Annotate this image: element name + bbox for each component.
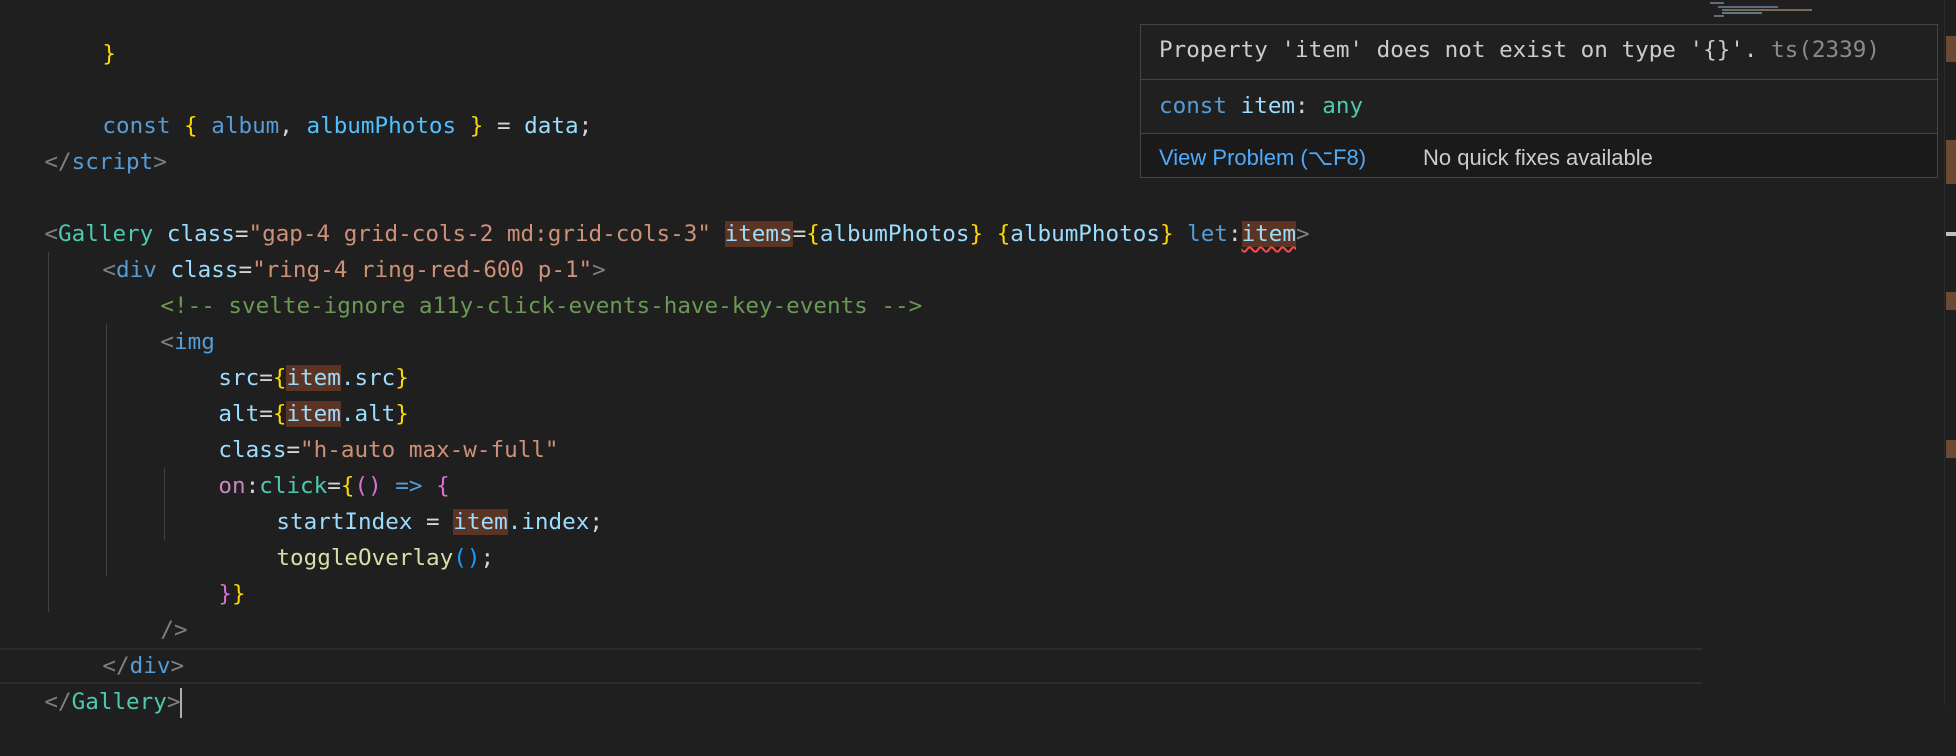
punct-token: , bbox=[279, 113, 307, 139]
scrollbar-marker bbox=[1946, 140, 1956, 184]
minimap-line bbox=[1722, 12, 1762, 14]
minimap-line bbox=[1710, 2, 1724, 4]
brace-token: { bbox=[184, 113, 198, 139]
minimap-line bbox=[1714, 15, 1724, 17]
vertical-scrollbar[interactable] bbox=[1944, 0, 1956, 706]
brace-token: } bbox=[102, 41, 117, 67]
view-problem-link[interactable]: View Problem (⌥F8) bbox=[1159, 145, 1366, 171]
punct-token: ; bbox=[578, 113, 593, 139]
component-name: Gallery bbox=[71, 689, 167, 715]
brace-token: } bbox=[1159, 221, 1174, 247]
scrollbar-marker bbox=[1946, 232, 1956, 236]
signature-type: any bbox=[1322, 93, 1364, 119]
code-line[interactable]: const { album, albumPhotos } = data; bbox=[48, 72, 592, 139]
type-signature: const item: any bbox=[1159, 93, 1363, 119]
text-cursor bbox=[180, 687, 183, 718]
function-token: toggleOverlay bbox=[276, 545, 454, 571]
code-line[interactable]: <!-- svelte-ignore a11y-click-events-hav… bbox=[106, 252, 922, 319]
error-variable-token[interactable]: item bbox=[1241, 221, 1296, 247]
paren-token: () bbox=[453, 545, 481, 571]
comment-token: <!-- svelte-ignore a11y-click-events-hav… bbox=[160, 293, 923, 319]
punct-token: ; bbox=[480, 545, 495, 571]
scrollbar-marker bbox=[1946, 36, 1956, 62]
code-line[interactable]: </script> bbox=[0, 108, 166, 175]
signature-colon: : bbox=[1295, 93, 1323, 119]
code-line[interactable]: </Gallery> bbox=[0, 648, 183, 718]
error-message-text: Property 'item' does not exist on type '… bbox=[1159, 37, 1772, 63]
tag-bracket: </ bbox=[44, 149, 72, 175]
minimap-line bbox=[1718, 6, 1778, 8]
code-line[interactable]: src={item.src} bbox=[164, 324, 409, 391]
tag-bracket: > bbox=[166, 689, 181, 715]
signature-keyword: const bbox=[1159, 93, 1228, 119]
current-line-highlight bbox=[0, 648, 1702, 684]
code-line[interactable]: <Gallery class="gap-4 grid-cols-2 md:gri… bbox=[0, 180, 1310, 247]
brace-token: { bbox=[806, 221, 820, 247]
punct-token: : bbox=[1227, 221, 1242, 247]
attribute-name-highlighted: items bbox=[724, 221, 793, 247]
brace-token: { bbox=[996, 221, 1011, 247]
scrollbar-marker bbox=[1946, 440, 1956, 458]
scrollbar-marker bbox=[1946, 292, 1956, 310]
minimap[interactable] bbox=[1708, 0, 1944, 706]
code-line[interactable]: toggleOverlay(); bbox=[222, 504, 494, 571]
brace-token: }} bbox=[218, 581, 246, 607]
tag-name: script bbox=[71, 149, 154, 175]
directive-token: let bbox=[1187, 221, 1228, 247]
variable-token: albumPhotos bbox=[306, 113, 457, 139]
no-quick-fixes-label: No quick fixes available bbox=[1423, 145, 1653, 170]
operator-token: = bbox=[483, 113, 525, 139]
variable-token: data bbox=[524, 113, 579, 139]
minimap-line bbox=[1722, 9, 1812, 11]
code-line[interactable]: <div class="ring-4 ring-red-600 p-1"> bbox=[48, 216, 605, 283]
code-line[interactable]: /> bbox=[106, 576, 187, 643]
operator-token: = bbox=[792, 221, 807, 247]
code-line[interactable]: </div> bbox=[48, 612, 184, 679]
tag-bracket: </ bbox=[44, 689, 72, 715]
variable-token: album bbox=[197, 113, 280, 139]
brace-token: } bbox=[469, 113, 484, 139]
signature-name: item bbox=[1227, 93, 1296, 119]
code-line[interactable]: <img bbox=[106, 288, 214, 355]
variable-token: albumPhotos bbox=[1010, 221, 1160, 247]
code-line[interactable]: startIndex = item.index; bbox=[222, 468, 603, 535]
property-token: .index bbox=[507, 509, 590, 535]
code-line[interactable]: on:click={() => { bbox=[164, 432, 449, 499]
brace-token: } bbox=[969, 221, 984, 247]
code-line[interactable]: } bbox=[48, 0, 116, 67]
code-line[interactable]: class="h-auto max-w-full" bbox=[164, 396, 558, 463]
tag-bracket: > bbox=[153, 149, 167, 175]
code-line[interactable]: alt={item.alt} bbox=[164, 360, 409, 427]
tag-bracket: > bbox=[1296, 221, 1310, 247]
code-line[interactable]: }} bbox=[164, 540, 245, 607]
punct-token: ; bbox=[589, 509, 603, 535]
variable-token: albumPhotos bbox=[819, 221, 970, 247]
